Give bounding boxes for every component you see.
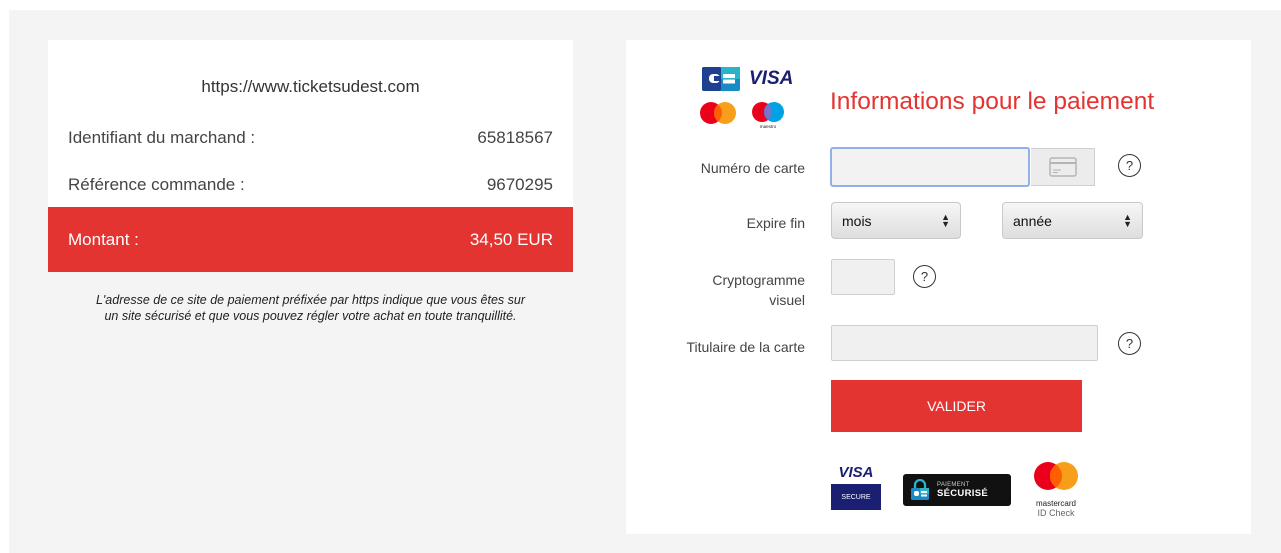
- card-number-help-icon[interactable]: ?: [1118, 154, 1141, 177]
- select-arrows-icon: ▲ ▼: [941, 211, 950, 229]
- merchant-id-row: Identifiant du marchand : 65818567: [68, 128, 553, 148]
- visa-secure-label: SECURE: [831, 484, 881, 510]
- accepted-cards-logos: VISA maestro: [696, 66, 806, 129]
- select-arrows-icon: ▲ ▼: [1123, 211, 1132, 229]
- order-summary-panel: https://www.ticketsudest.com Identifiant…: [48, 40, 573, 272]
- cvv-help-icon[interactable]: ?: [913, 265, 936, 288]
- card-number-label: Numéro de carte: [700, 160, 805, 176]
- card-icon-addon: [1031, 148, 1095, 186]
- order-reference-value: 9670295: [486, 175, 553, 194]
- visa-logo-icon: VISA: [749, 68, 793, 89]
- order-reference-label: Référence commande :: [68, 175, 245, 194]
- mastercard-id-check-badge: mastercard ID Check: [1026, 460, 1086, 518]
- validate-button[interactable]: VALIDER: [831, 380, 1082, 432]
- amount-value: 34,50 EUR: [469, 229, 553, 249]
- visa-secure-word: VISA: [838, 464, 874, 481]
- cb-secure-badge: PAIEMENT SÉCURISÉ: [903, 474, 1011, 506]
- merchant-id-value: 65818567: [477, 128, 553, 147]
- cvv-label-line2: visuel: [769, 292, 805, 308]
- credit-card-icon: [1048, 157, 1077, 177]
- mastercard-logo-icon: [700, 102, 736, 124]
- card-holder-input[interactable]: [831, 325, 1098, 361]
- card-holder-help-icon[interactable]: ?: [1118, 332, 1141, 355]
- visa-secure-badge: VISA SECURE: [831, 464, 881, 514]
- expiry-year-select[interactable]: année ▲ ▼: [1002, 202, 1143, 239]
- security-notice: L'adresse de ce site de paiement préfixé…: [48, 292, 573, 324]
- cb-badge-big-text: SÉCURISÉ: [937, 487, 988, 499]
- cb-logo-icon: [702, 67, 740, 91]
- form-heading: Informations pour le paiement: [830, 88, 1155, 115]
- order-reference-row: Référence commande : 9670295: [68, 175, 553, 195]
- id-check-text: ID Check: [1037, 508, 1075, 518]
- expiry-month-value: mois: [842, 212, 872, 229]
- payment-form-panel: VISA maestro Informations pour le paieme…: [626, 40, 1251, 534]
- amount-bar: Montant : 34,50 EUR: [48, 207, 573, 272]
- cvv-label-line1: Cryptogramme: [712, 272, 805, 288]
- merchant-site-url: https://www.ticketsudest.com: [201, 77, 420, 96]
- expiry-month-select[interactable]: mois ▲ ▼: [831, 202, 961, 239]
- expiry-label: Expire fin: [746, 215, 805, 231]
- maestro-logo-text: maestro: [760, 124, 777, 129]
- security-notice-line2: un site sécurisé et que vous pouvez régl…: [104, 309, 517, 323]
- mastercard-circles-icon: [1034, 462, 1078, 490]
- expiry-year-value: année: [1013, 212, 1052, 229]
- security-badges: VISA SECURE PAIEMENT SÉCURISÉ mastercard…: [826, 456, 1096, 518]
- security-notice-line1: L'adresse de ce site de paiement préfixé…: [95, 293, 526, 307]
- merchant-id-label: Identifiant du marchand :: [68, 128, 256, 147]
- card-number-input[interactable]: [830, 147, 1030, 187]
- mastercard-brand-text: mastercard: [1035, 499, 1076, 508]
- card-holder-label: Titulaire de la carte: [686, 339, 805, 355]
- amount-label: Montant :: [68, 229, 139, 249]
- maestro-logo-icon: maestro: [752, 102, 784, 129]
- cvv-label: Cryptogramme visuel: [705, 270, 805, 310]
- padlock-icon: [911, 479, 929, 500]
- cvv-input[interactable]: [831, 259, 895, 295]
